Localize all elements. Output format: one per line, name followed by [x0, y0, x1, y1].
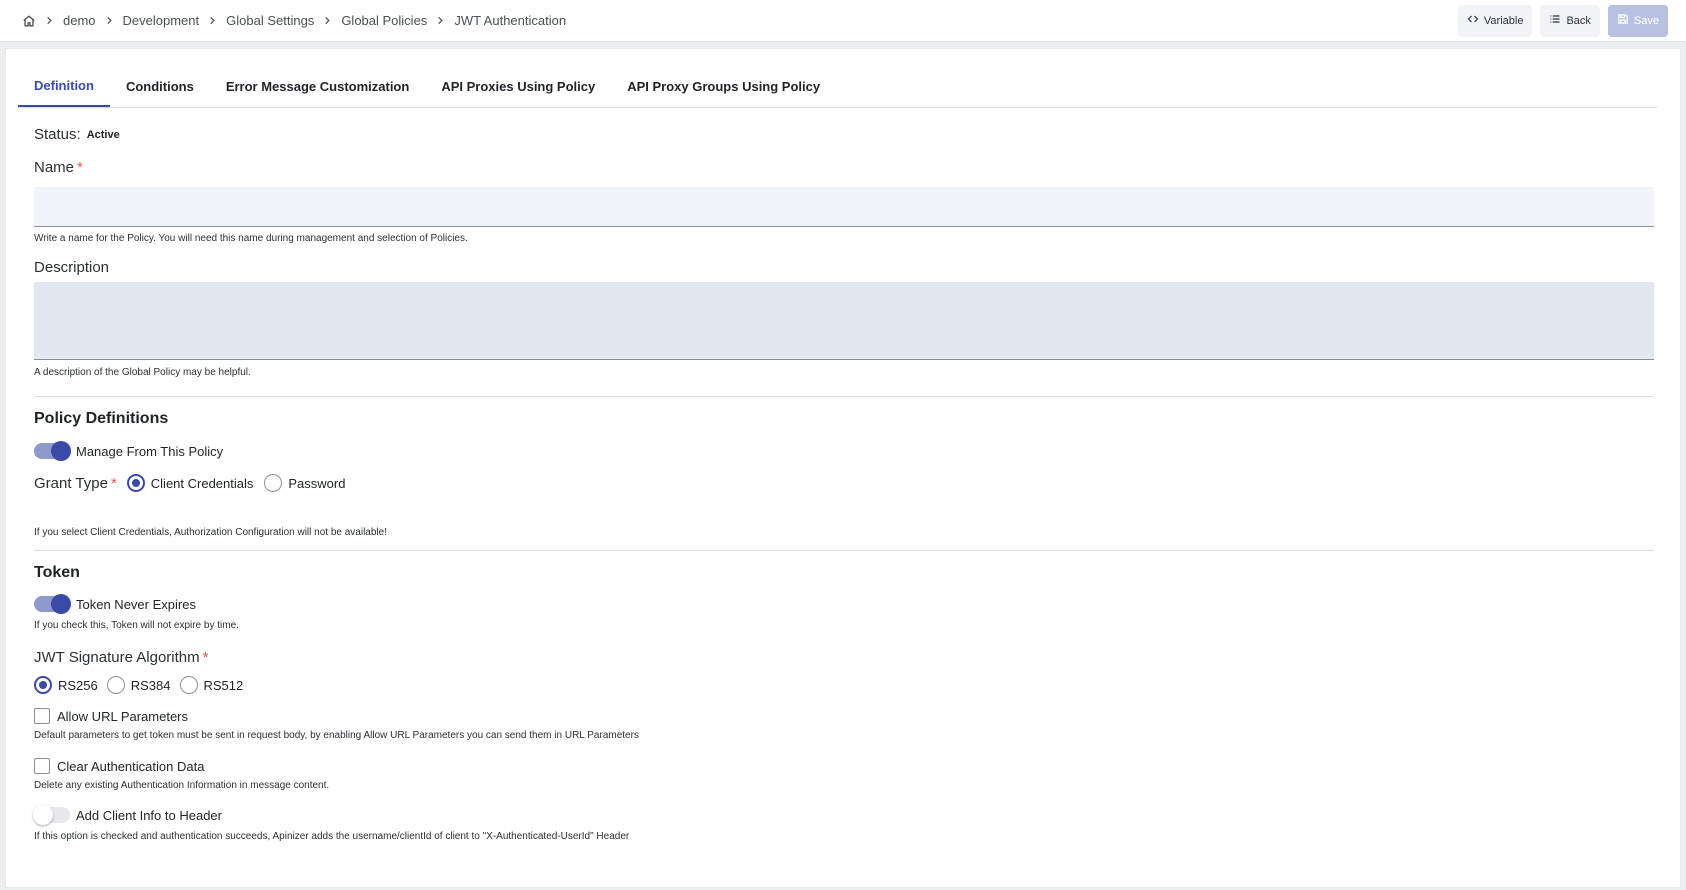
grant-type-client-credentials-radio[interactable] [126, 474, 145, 492]
token-never-expires-toggle[interactable] [34, 594, 71, 614]
chevron-right-icon [436, 16, 445, 25]
back-button[interactable]: Back [1540, 4, 1600, 37]
token-never-expires-row: Token Never Expires [34, 594, 196, 614]
top-bar: demo Development Global Settings Global … [0, 0, 1686, 42]
tab-api-proxy-groups-using-policy[interactable]: API Proxy Groups Using Policy [611, 65, 836, 107]
grant-type-label-text: Grant Type [34, 474, 108, 492]
tab-conditions[interactable]: Conditions [110, 65, 210, 107]
status-label: Status: [34, 126, 81, 143]
jwt-algorithm-label: JWT Signature Algorithm * [34, 649, 208, 666]
save-button-label: Save [1633, 14, 1659, 27]
description-help: A description of the Global Policy may b… [34, 367, 251, 378]
clear-auth-data-row: Clear Authentication Data [34, 758, 204, 774]
section-divider [34, 550, 1654, 551]
algorithm-rs384-label: RS384 [130, 677, 171, 693]
toolbar-actions: Variable Back Save [1457, 4, 1668, 37]
chevron-right-icon [105, 16, 114, 25]
section-divider [34, 396, 1654, 397]
allow-url-params-help: Default parameters to get token must be … [34, 730, 639, 741]
tab-api-proxies-using-policy[interactable]: API Proxies Using Policy [425, 65, 611, 107]
variable-button-label: Variable [1483, 14, 1524, 27]
add-client-info-toggle[interactable] [33, 805, 70, 825]
policy-definitions-title: Policy Definitions [34, 410, 169, 427]
manage-from-policy-row: Manage From This Policy [34, 441, 224, 461]
breadcrumb-item-current: JWT Authentication [454, 13, 567, 28]
algorithm-rs512-radio[interactable] [179, 676, 198, 694]
status-row: Status: Active [34, 126, 120, 143]
name-label-text: Name [34, 159, 75, 176]
grant-type-help: If you select Client Credentials, Author… [34, 527, 387, 538]
home-icon[interactable] [22, 14, 36, 28]
token-never-expires-help: If you check this, Token will not expire… [34, 620, 239, 631]
back-button-label: Back [1566, 14, 1591, 27]
breadcrumb-item-development[interactable]: Development [123, 13, 200, 28]
grant-type-client-credentials-label: Client Credentials [150, 475, 254, 491]
chevron-right-icon [45, 16, 54, 25]
required-marker: * [202, 649, 209, 666]
description-label: Description [34, 259, 110, 276]
add-client-info-row: Add Client Info to Header [33, 805, 222, 825]
chevron-right-icon [208, 16, 217, 25]
add-client-info-help: If this option is checked and authentica… [34, 831, 630, 842]
grant-type-password-label: Password [288, 475, 346, 491]
toggle-knob [33, 805, 53, 825]
policy-form-card: Definition Conditions Error Message Cust… [5, 48, 1681, 888]
breadcrumb-item-demo[interactable]: demo [63, 13, 96, 28]
status-badge: Active [86, 128, 120, 141]
jwt-algorithm-options: RS256 RS384 RS512 [34, 676, 243, 694]
grant-type-row: Grant Type * Client Credentials Password [34, 474, 345, 492]
token-section-title: Token [34, 564, 80, 581]
tab-error-message-customization[interactable]: Error Message Customization [210, 65, 426, 107]
breadcrumb: demo Development Global Settings Global … [22, 13, 566, 28]
required-marker: * [110, 474, 117, 492]
allow-url-params-checkbox[interactable] [34, 708, 50, 724]
allow-url-params-label: Allow URL Parameters [57, 708, 189, 724]
name-label: Name * [34, 159, 83, 176]
toggle-knob [51, 441, 71, 461]
breadcrumb-item-global-settings[interactable]: Global Settings [226, 13, 314, 28]
clear-auth-data-help: Delete any existing Authentication Infor… [34, 780, 330, 791]
name-help: Write a name for the Policy. You will ne… [34, 233, 468, 244]
token-never-expires-label: Token Never Expires [76, 596, 196, 612]
algorithm-rs512-label: RS512 [203, 677, 244, 693]
grant-type-password-radio[interactable] [264, 474, 283, 492]
manage-from-policy-label: Manage From This Policy [76, 443, 224, 459]
algorithm-rs256-radio[interactable] [34, 676, 52, 694]
name-input[interactable] [34, 187, 1654, 227]
manage-from-policy-toggle[interactable] [34, 441, 71, 461]
save-button[interactable]: Save [1607, 4, 1668, 37]
toggle-knob [51, 594, 71, 614]
allow-url-params-row: Allow URL Parameters [34, 708, 188, 724]
code-icon [1467, 13, 1479, 28]
algorithm-rs384-radio[interactable] [106, 676, 125, 694]
add-client-info-label: Add Client Info to Header [76, 807, 222, 823]
grant-type-label: Grant Type * [34, 475, 117, 492]
clear-auth-data-label: Clear Authentication Data [57, 758, 205, 774]
required-marker: * [77, 159, 83, 176]
tab-definition[interactable]: Definition [18, 65, 110, 107]
jwt-algorithm-label-text: JWT Signature Algorithm [34, 649, 200, 666]
tab-bar: Definition Conditions Error Message Cust… [18, 65, 1658, 108]
clear-auth-data-checkbox[interactable] [34, 758, 50, 774]
variable-button[interactable]: Variable [1457, 4, 1533, 37]
algorithm-rs256-label: RS256 [58, 677, 98, 693]
breadcrumb-item-global-policies[interactable]: Global Policies [341, 13, 427, 28]
chevron-right-icon [323, 16, 332, 25]
save-icon [1617, 13, 1629, 28]
list-icon [1549, 13, 1561, 28]
description-textarea[interactable] [34, 282, 1654, 360]
